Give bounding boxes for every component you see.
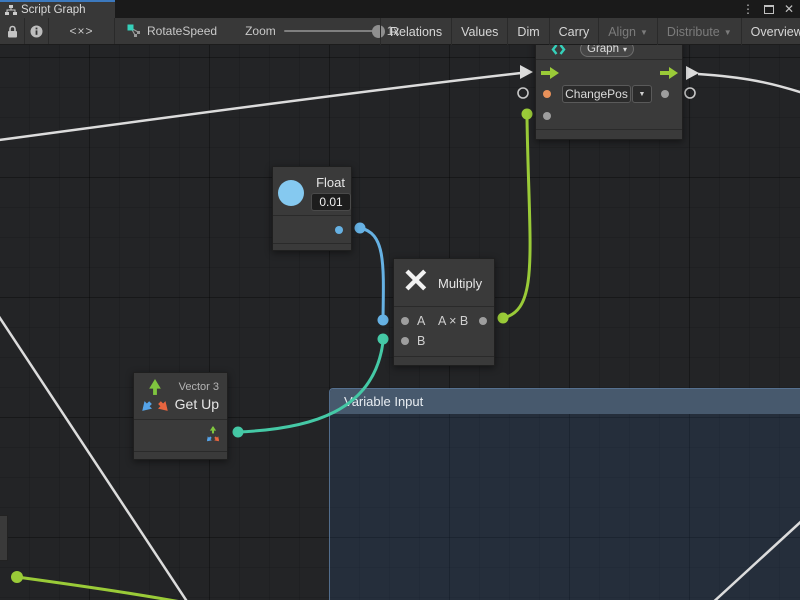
clipped-node-fragment[interactable] [0,515,8,561]
multiply-title: Multiply [438,276,482,291]
tab-script-graph[interactable]: Script Graph [0,0,115,18]
wire-control-out[interactable] [698,74,800,94]
vector3-icon [140,378,170,414]
graph-toolbar: <×> RotateSpeed Zoom 1x Relations Values… [0,18,800,45]
multiply-input-a-port[interactable] [401,317,409,325]
wire-endpoint [378,315,389,326]
graph-node-icon [127,24,141,38]
chevron-down-icon: ▾ [623,45,627,54]
info-button[interactable] [25,18,49,44]
variable-icon [551,45,566,57]
control-output-port[interactable] [660,67,678,79]
float-value-field[interactable]: 0.01 [311,193,351,211]
value-connections-toggle[interactable]: <×> [49,18,115,44]
multiply-input-a-label: A [417,314,425,328]
lock-icon [7,25,18,38]
wire-endpoint [233,427,244,438]
value-input-port[interactable] [543,90,551,98]
unconnected-port-ring-right[interactable] [685,88,695,98]
chevron-down-icon: ▼ [639,91,646,98]
carry-button[interactable]: Carry [549,18,599,45]
variable-input-group[interactable]: Variable Input [329,388,800,600]
vector3-getup-node[interactable]: Vector 3 Get Up [133,372,228,460]
info-icon [30,25,43,38]
unconnected-port-ring-left[interactable] [518,88,528,98]
multiply-node[interactable]: ✕ Multiply A A × B B [393,258,495,366]
wire-arrowhead-out [686,66,699,80]
graph-reference[interactable]: RotateSpeed Zoom 1x [115,18,409,44]
script-graph-icon [5,5,17,15]
variable-name-dropdown[interactable]: ▼ [632,85,652,103]
float-title: Float [316,175,345,190]
vector3-type-label: Vector 3 [179,381,219,393]
multiply-input-b-label: B [417,334,425,348]
window-menu-icon[interactable]: ⋮ [742,0,754,18]
window-maximize-icon[interactable] [764,5,774,14]
multiply-output-port[interactable] [479,317,487,325]
multiply-output-label: A × B [438,314,468,328]
wire-endpoint [355,223,366,234]
dim-button[interactable]: Dim [507,18,548,45]
relations-button[interactable]: Relations [380,18,451,45]
wire-endpoint [378,334,389,345]
zoom-slider[interactable] [284,30,379,32]
values-button[interactable]: Values [451,18,507,45]
zoom-label: Zoom [245,24,276,38]
graph-canvas[interactable]: Variable Input [0,45,800,600]
group-title: Variable Input [344,394,423,409]
chevron-down-icon: ▼ [724,28,732,37]
wire-control-in[interactable] [0,73,521,141]
tab-title: Script Graph [21,4,86,16]
wire-endpoint [498,313,509,324]
variable-kind-dropdown[interactable]: Graph▾ [580,45,634,57]
overview-button[interactable]: Overview [741,18,800,45]
wire-multiply-to-setvariable[interactable] [503,118,530,318]
vector3-title: Get Up [175,396,219,412]
float-icon [278,180,304,206]
float-output-port[interactable] [335,226,343,234]
secondary-input-port[interactable] [543,112,551,120]
control-input-port[interactable] [541,67,559,79]
float-node[interactable]: Float 0.01 [272,166,352,251]
variable-name-field[interactable]: ChangePos [562,85,631,103]
value-output-port[interactable] [661,90,669,98]
wire-arrowhead-in [520,65,533,79]
group-header[interactable]: Variable Input [330,389,800,414]
lock-button[interactable] [0,18,25,44]
set-variable-node[interactable]: Graph▾ ChangePos ▼ [535,45,683,140]
wire-endpoint [522,109,533,120]
tab-bar: Script Graph ⋮ ✕ [0,0,800,18]
toolbar-buttons: Relations Values Dim Carry Align▼ Distri… [380,18,800,45]
vector3-output-port[interactable] [205,426,221,442]
align-button[interactable]: Align▼ [598,18,657,45]
chevron-down-icon: ▼ [640,28,648,37]
multiply-input-b-port[interactable] [401,337,409,345]
wire-endpoint [11,571,23,583]
graph-name-label: RotateSpeed [147,24,217,38]
wire-float-to-multiply[interactable] [360,228,383,318]
script-graph-window: Script Graph ⋮ ✕ <×> [0,0,800,600]
multiply-icon: ✕ [402,264,430,298]
wire-bottom-left[interactable] [17,577,245,600]
distribute-button[interactable]: Distribute▼ [657,18,741,45]
window-close-icon[interactable]: ✕ [784,0,794,18]
